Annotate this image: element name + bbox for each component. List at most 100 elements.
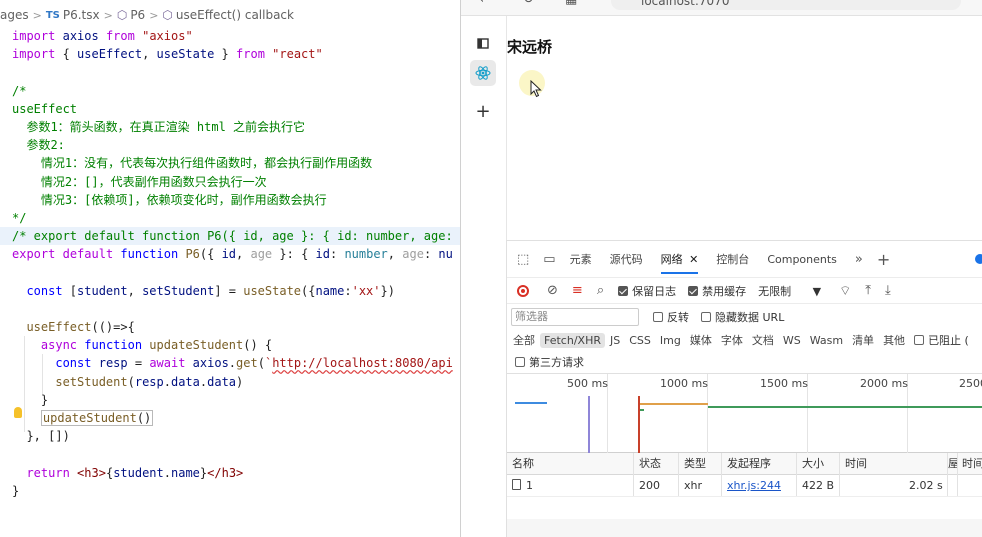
column-type[interactable]: 类型 <box>679 453 706 475</box>
request-status: 200 <box>639 479 660 492</box>
record-icon[interactable] <box>517 284 529 297</box>
hide-data-urls-checkbox[interactable] <box>701 311 711 322</box>
tab-network[interactable]: 网络 ✕ <box>660 251 699 274</box>
chevron-right-icon: > <box>32 8 42 22</box>
code-line-17: useEffect(()=>{ <box>26 320 135 334</box>
breadcrumb: ages > TS P6.tsx > ⬡ P6 > ⬡ useEffect() … <box>0 6 294 24</box>
code-line-13: export default function P6({ id, age }: … <box>12 247 453 262</box>
add-panel-icon[interactable]: + <box>877 250 890 269</box>
browser-sidebar: + <box>461 16 503 136</box>
code-line-9: 情况2：[]，代表副作用函数只会执行一次 <box>12 174 267 189</box>
blocked-label: 已阻止 ( <box>928 334 969 347</box>
breadcrumb-folder[interactable]: ages <box>0 8 29 22</box>
wifi-settings-icon[interactable]: ⌔ <box>839 283 851 299</box>
address-bar[interactable]: localhost:7070 <box>611 0 961 10</box>
type-fetch-xhr[interactable]: Fetch/XHR <box>540 332 605 348</box>
preserve-log-label: 保留日志 <box>632 284 677 298</box>
column-time[interactable]: 时间 <box>840 453 867 475</box>
type-other[interactable]: 其他 <box>883 332 905 348</box>
dom-content-loaded-marker <box>588 396 590 454</box>
react-icon[interactable] <box>470 60 496 86</box>
request-initiator-link[interactable]: xhr.js:244 <box>722 475 781 497</box>
upload-icon[interactable]: ⤒ <box>865 283 871 298</box>
column-truncated[interactable]: 屋 <box>947 453 957 475</box>
tab-icon[interactable] <box>470 30 496 56</box>
add-icon[interactable]: + <box>470 98 496 124</box>
code-line-1: import axios from "axios" <box>12 29 193 43</box>
table-row[interactable]: 1 200 xhr xhr.js:244 422 B 2.02 s <box>507 475 982 497</box>
disable-cache-label: 禁用缓存 <box>702 284 747 298</box>
timeline-tick-label: 1500 ms <box>760 377 808 390</box>
typescript-icon: TS <box>45 9 60 21</box>
code-line-20: setStudent(resp.data.data) <box>55 374 244 389</box>
request-table-header: 名称 状态 类型 发起程序 大小 时间 屋 时间 <box>507 453 982 475</box>
search-icon[interactable]: ⌕ <box>597 283 604 298</box>
type-css[interactable]: CSS <box>629 334 651 347</box>
type-doc[interactable]: 文档 <box>752 332 774 348</box>
type-js[interactable]: JS <box>610 334 620 347</box>
request-name[interactable]: 1 <box>507 475 533 497</box>
code-line-18: async function updateStudent() { <box>40 338 273 353</box>
column-status[interactable]: 状态 <box>634 453 661 475</box>
type-img[interactable]: Img <box>660 334 681 347</box>
more-tabs-icon[interactable]: » <box>855 252 863 267</box>
tab-components[interactable]: Components <box>767 253 837 266</box>
clear-icon[interactable]: ⊘ <box>547 283 558 298</box>
page-viewport: 宋远桥 <box>506 16 982 240</box>
column-name[interactable]: 名称 <box>507 453 534 475</box>
column-size[interactable]: 大小 <box>797 453 824 475</box>
code-line-19: const resp = await axios.get(`http://loc… <box>55 356 453 371</box>
network-toolbar: ⊘ ≡ ⌕ 保留日志 禁用缓存 无限制 ▼ ⌔ ⤒ ⤓ <box>507 277 982 303</box>
preserve-log-checkbox[interactable] <box>618 285 629 296</box>
type-all[interactable]: 全部 <box>513 332 535 348</box>
apps-icon[interactable]: ▦ <box>565 0 577 7</box>
column-waterfall[interactable]: 时间 <box>957 453 982 475</box>
type-ws[interactable]: WS <box>783 334 801 347</box>
timeline-bar <box>708 406 982 408</box>
type-media[interactable]: 媒体 <box>690 332 712 348</box>
empty-rows <box>507 497 982 537</box>
breadcrumb-callback[interactable]: useEffect() callback <box>176 8 294 22</box>
filter-icon[interactable]: ≡ <box>572 283 583 298</box>
blocked-checkbox[interactable] <box>914 335 925 345</box>
chevron-right-icon: > <box>103 8 113 22</box>
throttle-select[interactable]: 无限制 ▼ <box>758 283 821 299</box>
type-wasm[interactable]: Wasm <box>810 334 843 347</box>
request-time: 2.02 s <box>909 479 943 492</box>
code-line-7: 参数2: <box>12 138 65 153</box>
third-party-label: 第三方请求 <box>529 356 584 369</box>
tab-sources[interactable]: 源代码 <box>610 251 643 267</box>
file-icon <box>512 479 521 490</box>
disable-cache-checkbox[interactable] <box>688 285 699 296</box>
lightbulb-icon[interactable] <box>14 407 22 418</box>
column-initiator[interactable]: 发起程序 <box>722 453 771 475</box>
more-icon[interactable]: ⋯ <box>961 0 974 7</box>
code-editor[interactable]: ages > TS P6.tsx > ⬡ P6 > ⬡ useEffect() … <box>0 0 460 537</box>
device-toggle-icon[interactable]: ▭ <box>543 252 555 267</box>
timeline-bar <box>515 402 547 404</box>
resource-type-filters: 全部 Fetch/XHR JS CSS Img 媒体 字体 文档 WS Wasm… <box>507 329 982 351</box>
code-line-6: 参数1：箭头函数，在真正渲染 html 之前会执行它 <box>12 119 306 134</box>
invert-label: 反转 <box>667 310 689 324</box>
close-icon[interactable]: ✕ <box>689 253 698 266</box>
tab-elements[interactable]: 元素 <box>570 251 592 267</box>
type-font[interactable]: 字体 <box>721 332 743 348</box>
timeline-tick-label: 1000 ms <box>660 377 708 390</box>
third-party-checkbox[interactable] <box>515 357 525 367</box>
code-line-8: 情况1：没有，代表每次执行组件函数时，都会执行副作用函数 <box>12 156 373 171</box>
code-area[interactable]: import axios from "axios" import { useEf… <box>0 27 460 500</box>
code-line-11: */ <box>12 210 27 225</box>
breadcrumb-file[interactable]: P6.tsx <box>63 8 100 22</box>
back-icon[interactable]: ‹ <box>479 0 484 7</box>
filter-input[interactable]: 筛选器 <box>511 307 639 326</box>
download-icon[interactable]: ⤓ <box>885 283 891 298</box>
breadcrumb-component[interactable]: P6 <box>130 8 145 22</box>
code-line-21: } <box>12 392 49 407</box>
type-manifest[interactable]: 清单 <box>852 332 874 348</box>
tab-console[interactable]: 控制台 <box>716 251 749 267</box>
invert-checkbox[interactable] <box>653 311 663 322</box>
inspect-icon[interactable]: ⬚ <box>517 252 529 267</box>
timeline-tick-label: 2500 <box>959 377 982 390</box>
refresh-icon[interactable]: ↻ <box>523 0 534 7</box>
